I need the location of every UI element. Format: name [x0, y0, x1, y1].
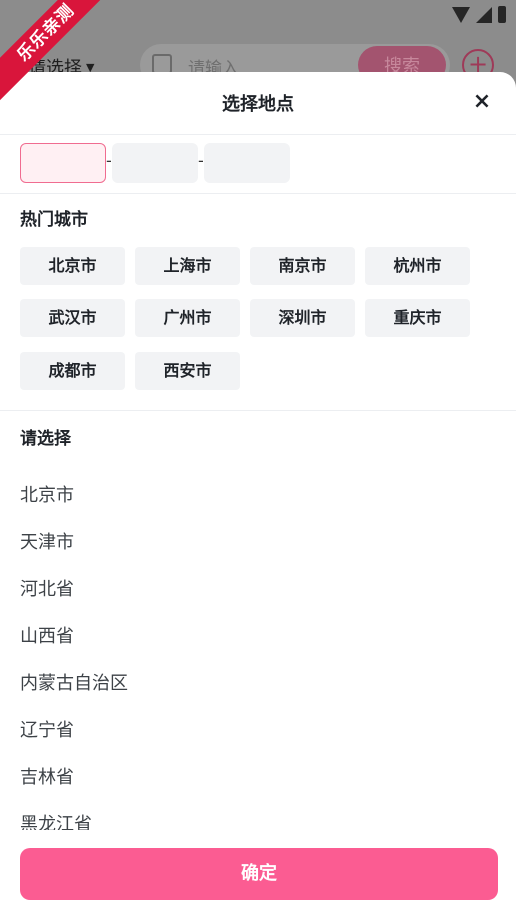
province-item[interactable]: 内蒙古自治区 [20, 660, 480, 707]
province-list[interactable]: 北京市 天津市 河北省 山西省 内蒙古自治区 辽宁省 吉林省 黑龙江省 [20, 472, 480, 830]
wifi-icon [452, 6, 470, 23]
confirm-button[interactable]: 确定 [20, 848, 498, 900]
hot-city-chip[interactable]: 成都市 [20, 352, 125, 390]
selection-tabs: - - [0, 135, 516, 194]
province-item[interactable]: 山西省 [20, 613, 480, 660]
separator-dash: - [106, 151, 112, 170]
hot-city-chip[interactable]: 西安市 [135, 352, 240, 390]
hot-city-chip[interactable]: 杭州市 [365, 247, 470, 285]
hot-city-chip[interactable]: 南京市 [250, 247, 355, 285]
scan-icon [152, 54, 172, 74]
province-item[interactable]: 辽宁省 [20, 707, 480, 754]
hot-city-chip[interactable]: 广州市 [135, 299, 240, 337]
hot-city-chip[interactable]: 武汉市 [20, 299, 125, 337]
pick-title: 请选择 [20, 429, 71, 449]
province-item[interactable]: 河北省 [20, 566, 480, 613]
hot-cities-title: 热门城市 [20, 210, 88, 230]
section-divider [0, 410, 516, 411]
province-tab[interactable] [20, 143, 106, 183]
battery-icon [498, 6, 506, 23]
province-item[interactable]: 黑龙江省 [20, 801, 480, 830]
hot-city-chip[interactable]: 北京市 [20, 247, 125, 285]
sheet-header: 选择地点 × [0, 72, 516, 135]
sheet-title: 选择地点 [222, 94, 294, 115]
province-item[interactable]: 北京市 [20, 472, 480, 519]
province-item[interactable]: 吉林省 [20, 754, 480, 801]
hot-city-chip[interactable]: 上海市 [135, 247, 240, 285]
close-button[interactable]: × [468, 88, 496, 116]
province-item[interactable]: 天津市 [20, 519, 480, 566]
district-tab[interactable] [204, 143, 290, 183]
location-picker-sheet: 选择地点 × - - 热门城市 北京市 上海市 南京市 杭州市 武汉市 广州市 … [0, 72, 516, 921]
status-bar [452, 6, 506, 23]
hot-city-chip[interactable]: 重庆市 [365, 299, 470, 337]
city-tab[interactable] [112, 143, 198, 183]
hot-city-chip[interactable]: 深圳市 [250, 299, 355, 337]
signal-icon [476, 6, 492, 23]
separator-dash: - [198, 151, 204, 170]
